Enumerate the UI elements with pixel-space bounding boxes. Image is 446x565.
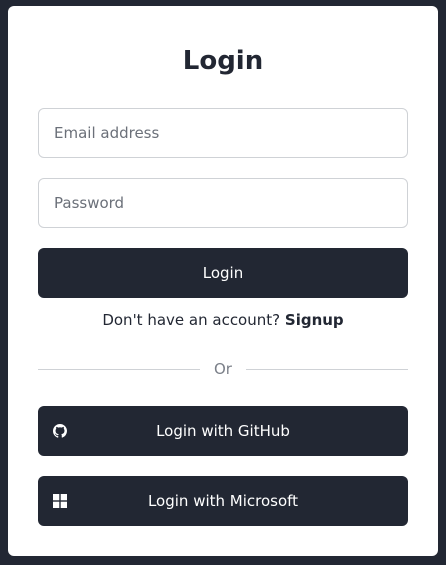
signup-prompt: Don't have an account? bbox=[102, 311, 281, 329]
or-divider: Or bbox=[38, 358, 408, 380]
login-button-label: Login bbox=[202, 264, 244, 282]
github-login-button[interactable]: Login with GitHub bbox=[38, 406, 408, 456]
signup-row: Don't have an account? Signup bbox=[8, 309, 438, 331]
github-login-label: Login with GitHub bbox=[156, 422, 290, 440]
password-input[interactable] bbox=[38, 178, 408, 228]
github-icon bbox=[53, 424, 67, 438]
login-card: Login Login Don't have an account? Signu… bbox=[8, 6, 438, 556]
microsoft-login-label: Login with Microsoft bbox=[147, 492, 299, 510]
page-title: Login bbox=[182, 46, 264, 76]
microsoft-login-button[interactable]: Login with Microsoft bbox=[38, 476, 408, 526]
signup-link[interactable]: Signup bbox=[285, 311, 344, 329]
email-input[interactable] bbox=[38, 108, 408, 158]
divider-line-right bbox=[246, 369, 408, 370]
login-button[interactable]: Login bbox=[38, 248, 408, 298]
windows-icon bbox=[53, 494, 67, 508]
